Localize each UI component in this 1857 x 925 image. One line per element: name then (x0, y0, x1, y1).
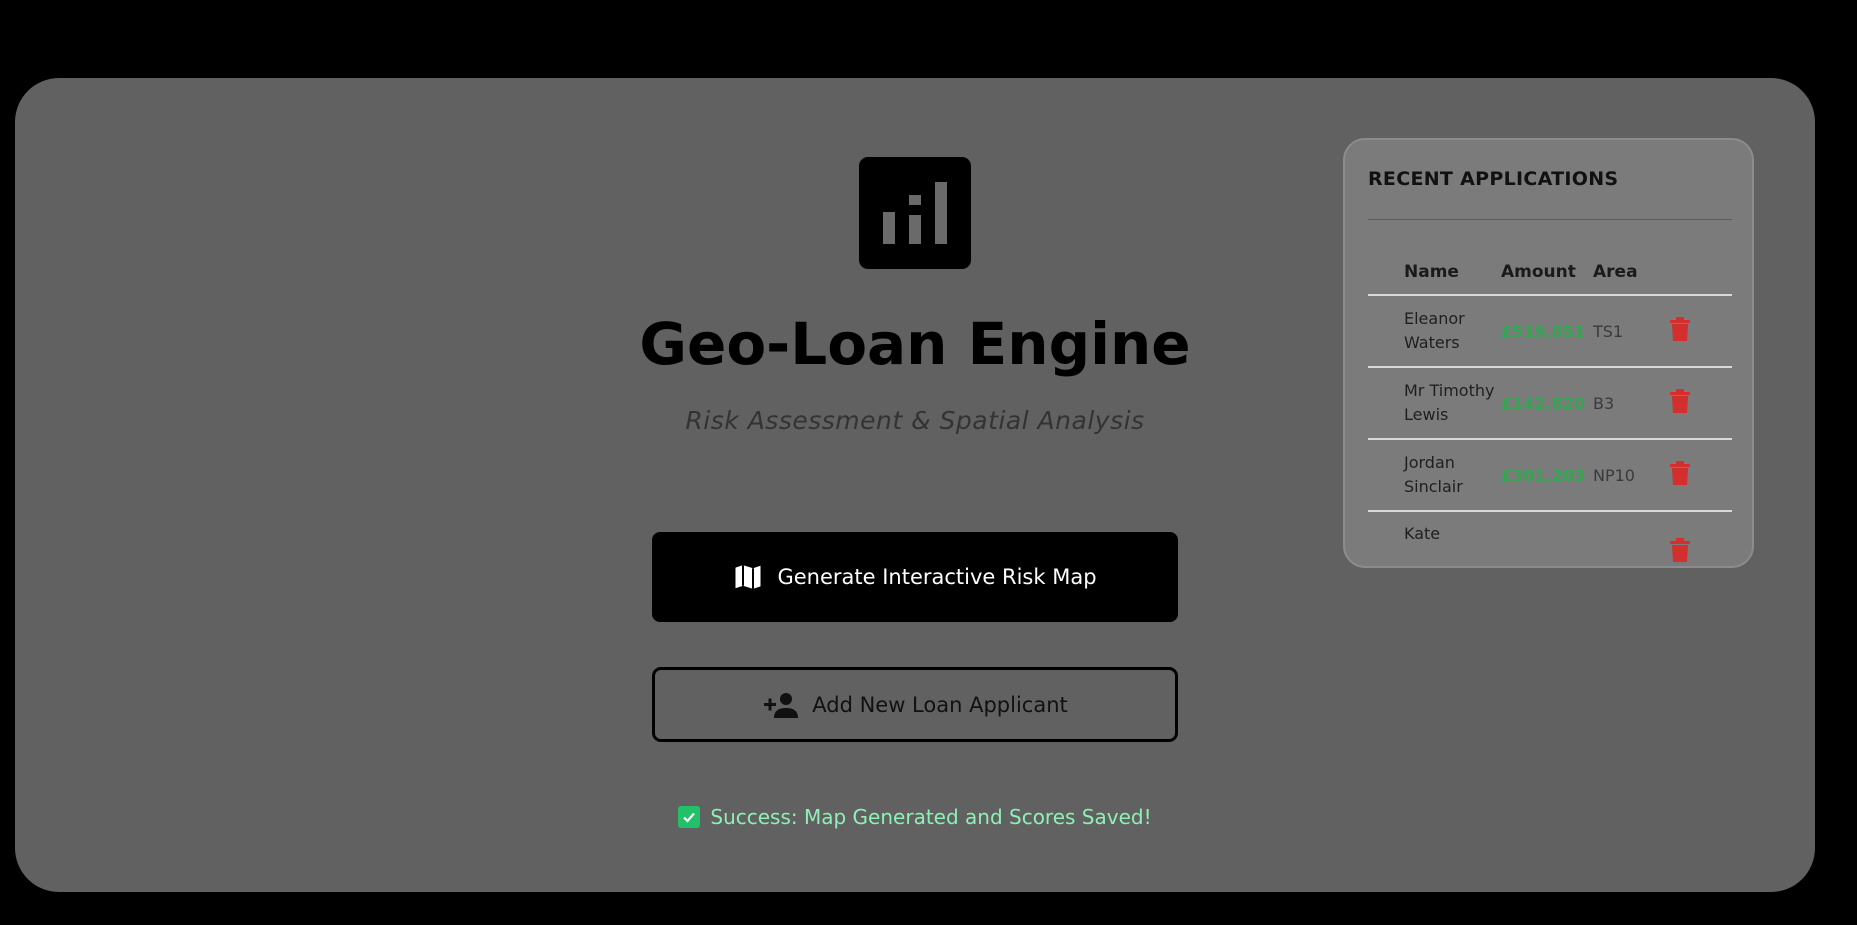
table-row: Kate (1368, 511, 1732, 562)
delete-icon[interactable] (1670, 538, 1690, 562)
loan-amount (1501, 511, 1593, 562)
column-header-actions (1670, 262, 1732, 296)
applicant-name: Jordan Sinclair (1404, 439, 1501, 512)
delete-icon[interactable] (1670, 389, 1690, 417)
column-header-area: Area (1593, 262, 1670, 296)
check-icon (678, 806, 701, 828)
add-loan-applicant-label: Add New Loan Applicant (812, 692, 1068, 717)
applicant-name: Kate (1404, 511, 1501, 562)
postcode-area: TS1 (1593, 295, 1670, 368)
generate-risk-map-label: Generate Interactive Risk Map (777, 565, 1097, 589)
logo-bar-icon (935, 182, 947, 244)
status-message: Success: Map Generated and Scores Saved! (0, 805, 1830, 829)
loan-amount: £142,820 (1501, 367, 1593, 440)
table-spacer (1368, 262, 1404, 296)
person-add-icon (762, 691, 799, 719)
app-logo (859, 157, 971, 269)
recent-applications-title: RECENT APPLICATIONS (1368, 168, 1619, 190)
table-row: Jordan Sinclair £301,203 NP10 (1368, 439, 1732, 512)
recent-applications-table: Name Amount Area Eleanor Waters £519,851… (1368, 262, 1732, 562)
table-row: Mr Timothy Lewis £142,820 B3 (1368, 367, 1732, 440)
logo-bar-icon (883, 212, 895, 244)
map-icon (733, 562, 763, 592)
delete-icon[interactable] (1670, 461, 1690, 489)
logo-bar-icon (909, 215, 921, 244)
logo-dot-icon (909, 195, 921, 205)
delete-icon[interactable] (1670, 317, 1690, 345)
applicant-name: Eleanor Waters (1404, 295, 1501, 368)
postcode-area: NP10 (1593, 439, 1670, 512)
postcode-area (1593, 511, 1670, 562)
loan-amount: £519,851 (1501, 295, 1593, 368)
applicant-name: Mr Timothy Lewis (1404, 367, 1501, 440)
column-header-name: Name (1404, 262, 1501, 296)
divider (1368, 219, 1732, 220)
loan-amount: £301,203 (1501, 439, 1593, 512)
table-header-row: Name Amount Area (1368, 262, 1732, 296)
generate-risk-map-button[interactable]: Generate Interactive Risk Map (652, 532, 1178, 622)
add-loan-applicant-button[interactable]: Add New Loan Applicant (652, 667, 1178, 742)
column-header-amount: Amount (1501, 262, 1593, 296)
postcode-area: B3 (1593, 367, 1670, 440)
recent-applications-scroll[interactable]: Name Amount Area Eleanor Waters £519,851… (1368, 262, 1732, 562)
status-text: Success: Map Generated and Scores Saved! (710, 805, 1152, 829)
recent-applications-card: RECENT APPLICATIONS Name Amount Area Ele… (1343, 138, 1754, 568)
table-row: Eleanor Waters £519,851 TS1 (1368, 295, 1732, 368)
